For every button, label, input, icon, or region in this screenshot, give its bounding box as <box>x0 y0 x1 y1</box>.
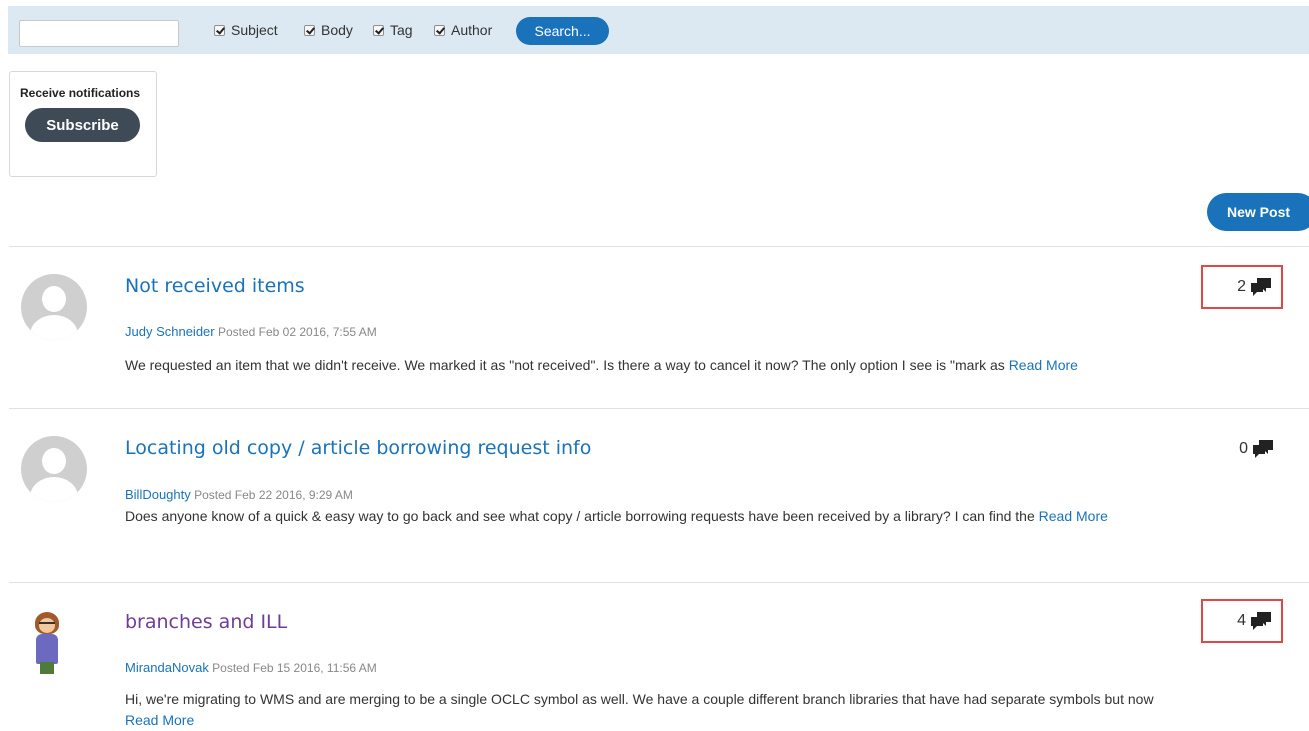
comment-bubble-icon <box>1253 440 1273 458</box>
post-date: Posted Feb 15 2016, 11:56 AM <box>212 661 377 675</box>
post-date: Posted Feb 22 2016, 9:29 AM <box>194 488 353 502</box>
read-more-link[interactable]: Read More <box>1039 508 1108 524</box>
subject-label: Subject <box>231 22 278 38</box>
post-author[interactable]: MirandaNovak <box>125 660 209 675</box>
author-checkbox[interactable] <box>434 24 445 36</box>
post-author[interactable]: BillDoughty <box>125 487 191 502</box>
notifications-panel: Receive notifications Subscribe <box>9 71 157 177</box>
post-title[interactable]: branches and ILL <box>125 611 287 633</box>
search-button[interactable]: Search... <box>516 17 609 45</box>
search-option-tag[interactable]: Tag <box>373 21 413 39</box>
body-checkbox[interactable] <box>304 24 315 36</box>
search-input[interactable] <box>19 20 179 47</box>
divider <box>9 582 1309 583</box>
post-excerpt-text: Hi, we're migrating to WMS and are mergi… <box>125 691 1154 707</box>
post-excerpt: Does anyone know of a quick & easy way t… <box>125 506 1190 527</box>
post-meta: MirandaNovak Posted Feb 15 2016, 11:56 A… <box>125 660 377 675</box>
post-excerpt-text: We requested an item that we didn't rece… <box>125 357 1009 373</box>
author-label: Author <box>451 22 493 38</box>
reply-count-value: 2 <box>1237 278 1246 295</box>
tag-label: Tag <box>390 22 413 38</box>
default-user-icon[interactable] <box>21 274 87 340</box>
post-title[interactable]: Not received items <box>125 275 305 297</box>
cartoon-user-avatar[interactable] <box>32 610 62 676</box>
subscribe-button[interactable]: Subscribe <box>25 108 140 142</box>
search-option-subject[interactable]: Subject <box>214 21 278 39</box>
reply-count-value: 4 <box>1237 612 1246 629</box>
post-meta: Judy Schneider Posted Feb 02 2016, 7:55 … <box>125 324 377 339</box>
search-option-author[interactable]: Author <box>434 21 492 39</box>
read-more-link[interactable]: Read More <box>1009 357 1078 373</box>
post-date: Posted Feb 02 2016, 7:55 AM <box>217 325 377 339</box>
reply-count[interactable]: 4 <box>1201 599 1283 643</box>
new-post-button[interactable]: New Post <box>1207 193 1309 231</box>
reply-count[interactable]: 2 <box>1201 265 1283 309</box>
post-title[interactable]: Locating old copy / article borrowing re… <box>125 437 591 459</box>
read-more-link[interactable]: Read More <box>125 712 194 728</box>
notifications-label: Receive notifications <box>20 86 141 100</box>
default-user-icon[interactable] <box>21 436 87 502</box>
divider <box>9 408 1309 409</box>
post-excerpt: Hi, we're migrating to WMS and are mergi… <box>125 689 1190 731</box>
subject-checkbox[interactable] <box>214 24 225 36</box>
post-meta: BillDoughty Posted Feb 22 2016, 9:29 AM <box>125 487 353 502</box>
comment-bubble-icon <box>1251 278 1271 296</box>
post-excerpt: We requested an item that we didn't rece… <box>125 355 1190 376</box>
divider <box>9 246 1309 247</box>
tag-checkbox[interactable] <box>373 24 384 36</box>
post-author[interactable]: Judy Schneider <box>125 324 215 339</box>
reply-count[interactable]: 0 <box>1201 427 1283 471</box>
body-label: Body <box>321 22 353 38</box>
post-excerpt-text: Does anyone know of a quick & easy way t… <box>125 508 1039 524</box>
comment-bubble-icon <box>1251 612 1271 630</box>
reply-count-value: 0 <box>1239 440 1248 457</box>
search-option-body[interactable]: Body <box>304 21 353 39</box>
search-bar: Subject Body Tag Author Search... <box>8 6 1309 54</box>
